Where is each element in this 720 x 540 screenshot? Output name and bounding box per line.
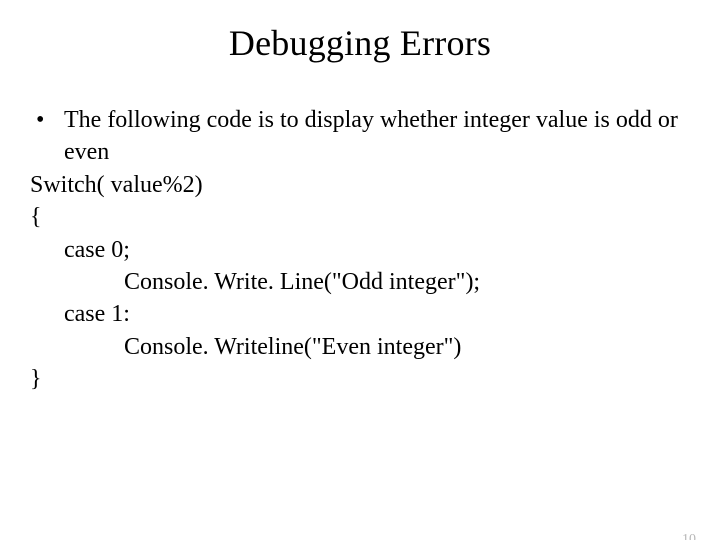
code-line-4: Console. Write. Line("Odd integer"); <box>30 266 690 298</box>
bullet-mark: • <box>30 104 64 136</box>
page-number: 10 <box>682 532 696 540</box>
slide: Debugging Errors • The following code is… <box>0 22 720 540</box>
code-line-2: { <box>30 201 690 233</box>
code-line-5: case 1: <box>30 298 690 330</box>
code-line-1: Switch( value%2) <box>30 169 690 201</box>
bullet-item: • The following code is to display wheth… <box>30 104 690 169</box>
code-line-6: Console. Writeline("Even integer") <box>30 331 690 363</box>
slide-body: • The following code is to display wheth… <box>0 104 720 396</box>
bullet-text: The following code is to display whether… <box>64 104 690 169</box>
code-line-3: case 0; <box>30 234 690 266</box>
slide-title: Debugging Errors <box>0 22 720 64</box>
code-line-7: } <box>30 363 690 395</box>
